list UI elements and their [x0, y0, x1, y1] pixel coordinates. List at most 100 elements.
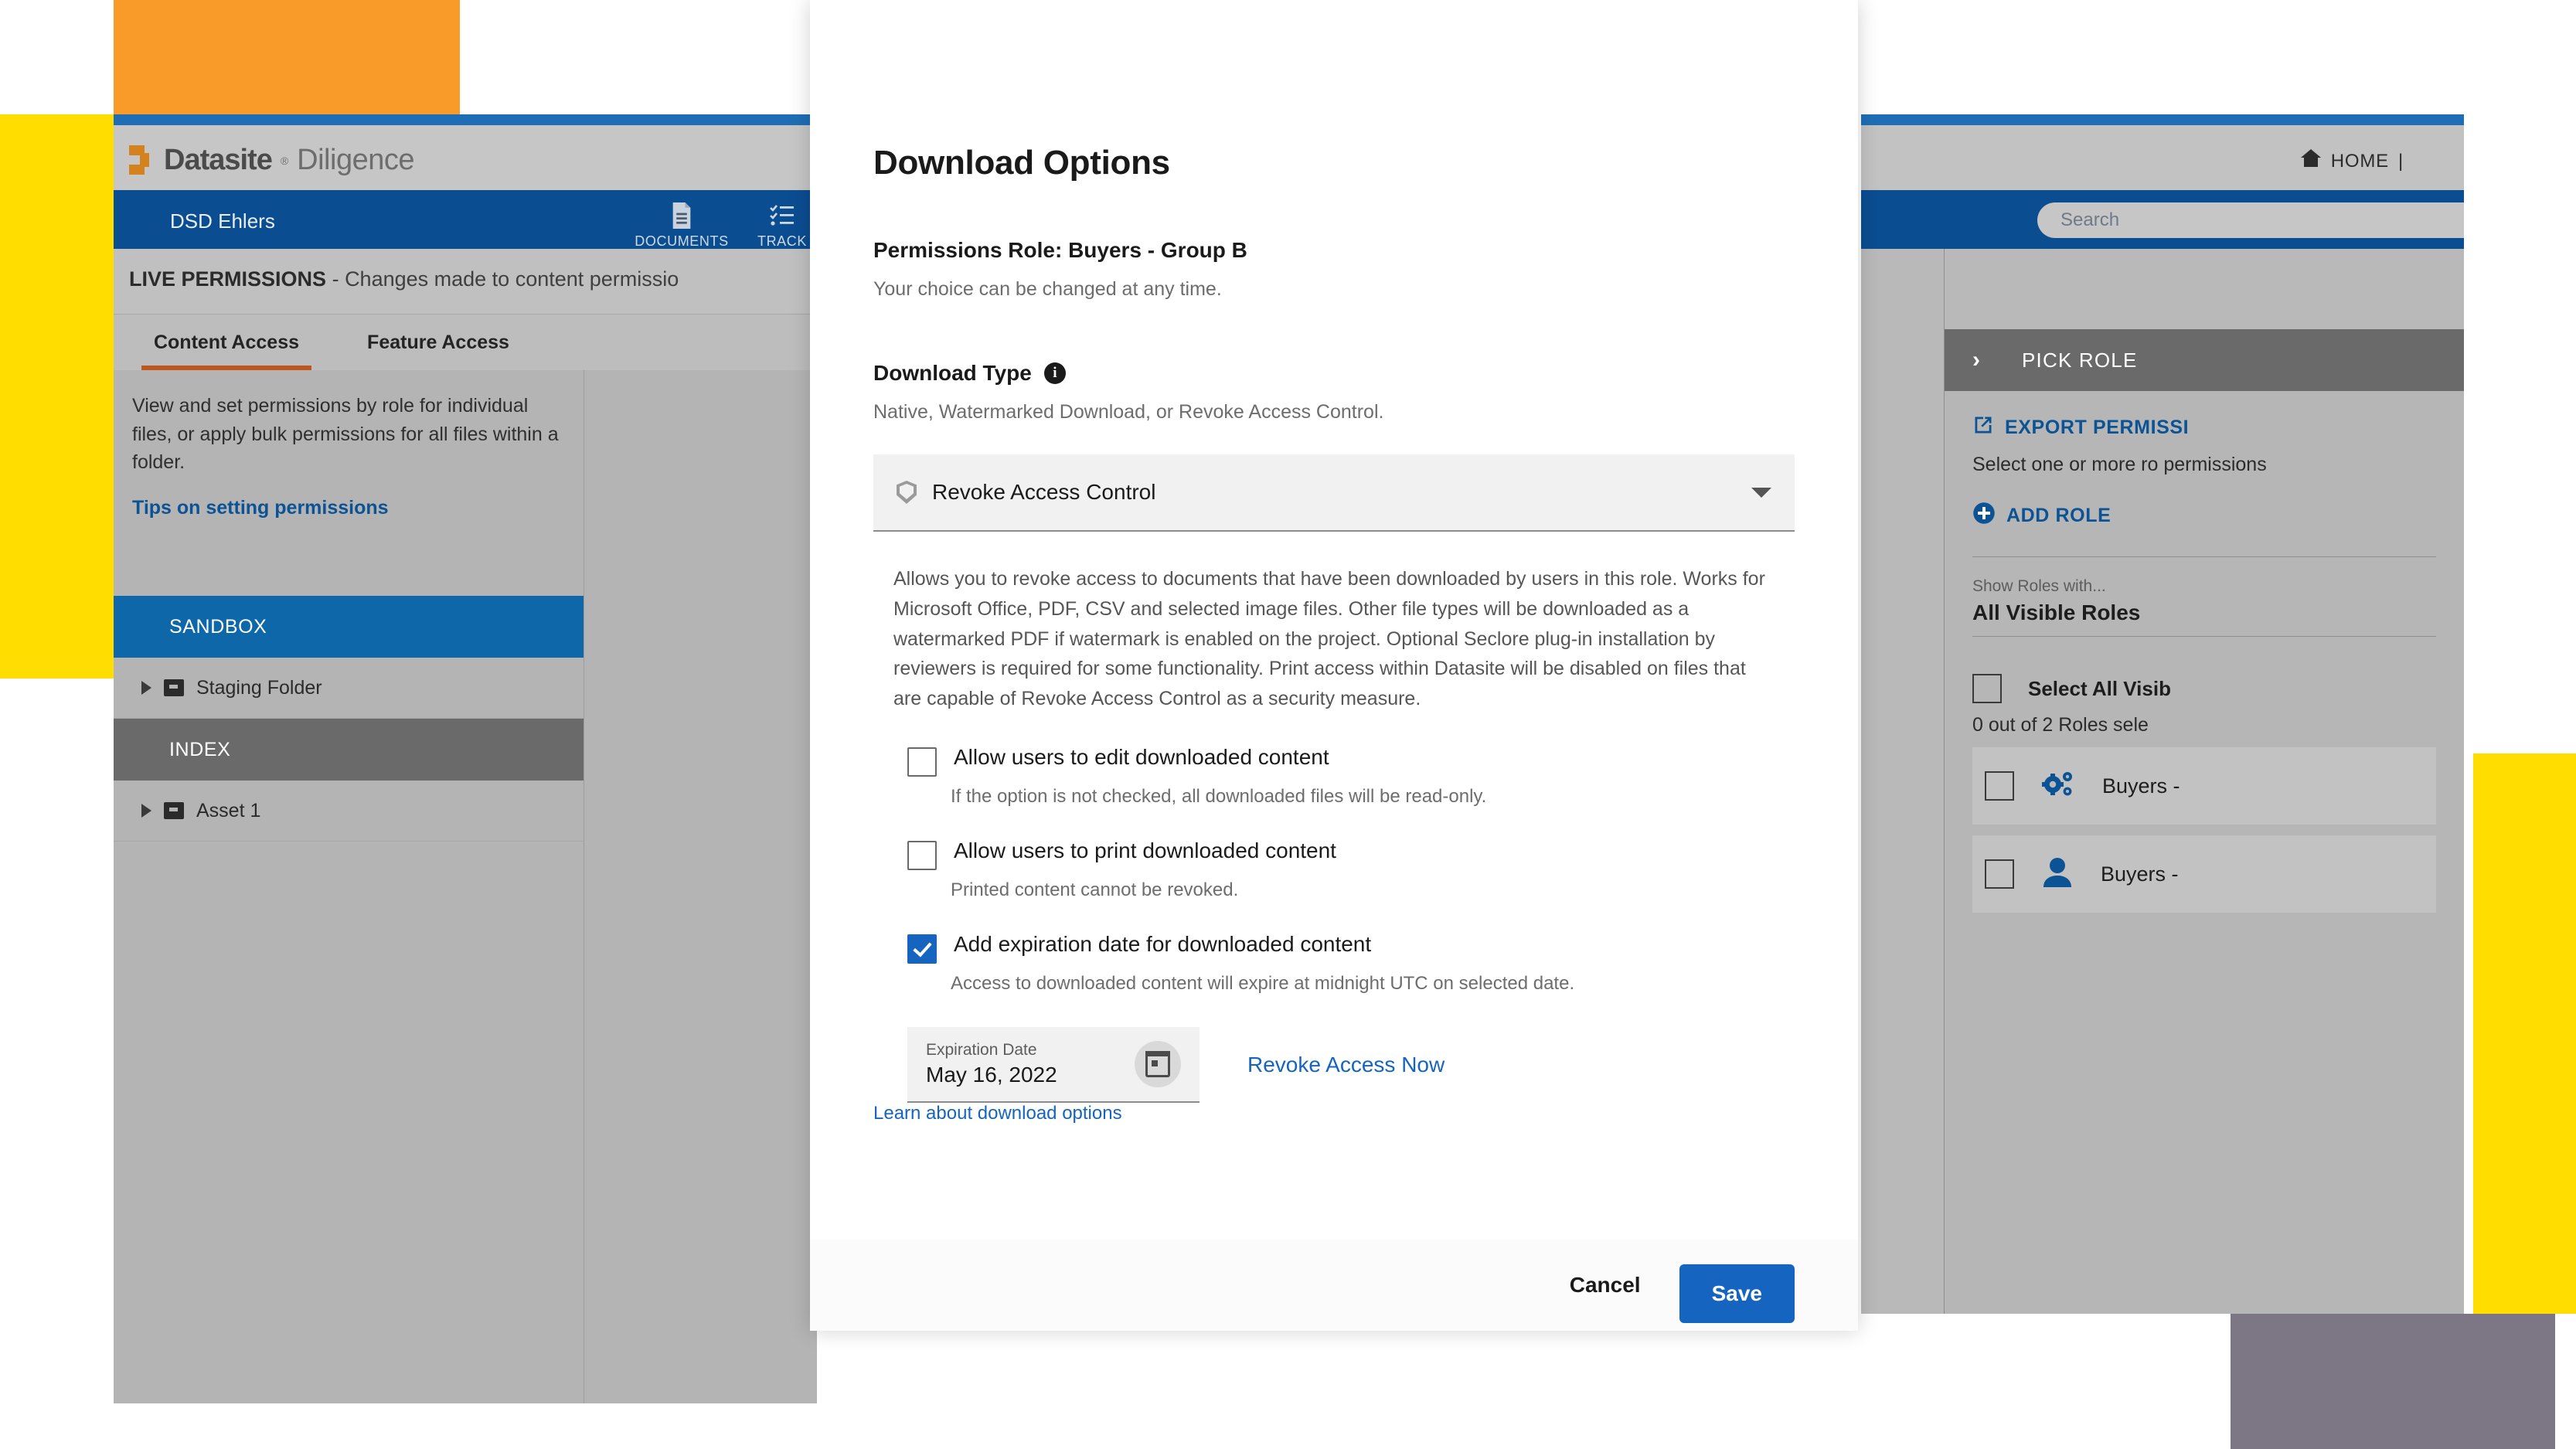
- chevron-down-icon[interactable]: [1751, 487, 1771, 498]
- visible-roles-select[interactable]: All Visible Roles: [1972, 600, 2436, 638]
- role-label: Buyers -: [2102, 774, 2180, 798]
- export-permissions-link[interactable]: EXPORT PERMISSI: [1972, 391, 2436, 441]
- nav-label-documents: DOCUMENTS: [635, 233, 729, 249]
- folder-icon: [164, 802, 184, 819]
- gears-icon: [2040, 768, 2076, 804]
- add-role-link[interactable]: ADD ROLE: [1972, 502, 2436, 530]
- tab-feature-access[interactable]: Feature Access: [353, 315, 523, 370]
- role-list-item[interactable]: Buyers -: [1972, 835, 2436, 913]
- project-nav-bar: DSD Ehlers DOCUMENTS TRACK: [114, 190, 817, 249]
- revoke-access-now-link[interactable]: Revoke Access Now: [1247, 1053, 1445, 1077]
- tree-section-index[interactable]: INDEX: [114, 719, 584, 781]
- select-all-visible-row[interactable]: Select All Visib: [1972, 674, 2436, 704]
- expiration-date-field[interactable]: Expiration Date May 16, 2022: [907, 1026, 1200, 1103]
- home-icon: [2300, 148, 2322, 174]
- left-app-window: Datasite ® Diligence DSD Ehlers DOCUMENTS: [114, 114, 817, 1403]
- checkbox-allow-edit[interactable]: [907, 747, 937, 777]
- option-hint-allow-print: Printed content cannot be revoked.: [951, 879, 1239, 900]
- option-print-downloaded: Allow users to print downloaded content …: [873, 838, 1795, 901]
- pick-role-header[interactable]: › PICK ROLE: [1945, 329, 2464, 391]
- expand-caret-icon[interactable]: [141, 804, 151, 818]
- download-type-selected-value: Revoke Access Control: [932, 480, 1156, 504]
- download-type-label: Download Type: [873, 361, 1032, 385]
- calendar-picker-button[interactable]: [1135, 1040, 1181, 1087]
- checkbox-allow-print[interactable]: [907, 840, 937, 870]
- option-hint-allow-edit: If the option is not checked, all downlo…: [951, 785, 1487, 807]
- document-icon: [624, 201, 740, 230]
- download-options-modal: Download Options Permissions Role: Buyer…: [810, 0, 1858, 1331]
- download-type-description: Allows you to revoke access to documents…: [893, 568, 1765, 709]
- nav-item-documents[interactable]: DOCUMENTS: [624, 201, 740, 250]
- option-hint-add-expiration: Access to downloaded content will expire…: [951, 972, 1575, 994]
- tab-label-feature-access: Feature Access: [367, 331, 509, 353]
- brand-trademark: ®: [280, 154, 289, 167]
- decorative-yellow-block-right: [2473, 753, 2576, 1314]
- right-left-strip: [1861, 249, 1945, 1314]
- roles-selected-count: 0 out of 2 Roles sele: [1972, 714, 2149, 736]
- live-permissions-title: LIVE PERMISSIONS: [129, 267, 327, 291]
- calendar-icon: [1145, 1050, 1170, 1077]
- panel-divider: [1972, 556, 2436, 558]
- live-permissions-dash: -: [326, 267, 345, 291]
- permissions-role-heading: Permissions Role: Buyers - Group B: [873, 238, 1247, 262]
- option-label-allow-edit: Allow users to edit downloaded content: [954, 744, 1329, 769]
- role-label: Buyers -: [2101, 862, 2179, 886]
- tree-section-label-index: INDEX: [169, 738, 231, 760]
- decorative-orange-block: [114, 0, 460, 114]
- top-accent-bar: [114, 114, 817, 125]
- info-icon[interactable]: i: [1043, 362, 1066, 384]
- tree-row-label-asset-1: Asset 1: [196, 799, 261, 821]
- role-checkbox[interactable]: [1985, 771, 2014, 801]
- tree-row-asset-1[interactable]: Asset 1: [114, 781, 584, 842]
- tree-section-sandbox[interactable]: SANDBOX: [114, 596, 584, 658]
- role-list-item[interactable]: Buyers -: [1972, 747, 2436, 825]
- brand-name-reg: Diligence: [297, 144, 414, 176]
- save-button[interactable]: Save: [1679, 1264, 1795, 1323]
- tree-intro-block: View and set permissions by role for ind…: [114, 370, 584, 522]
- role-checkbox[interactable]: [1985, 859, 2014, 889]
- right-body: › PICK ROLE EXPORT PERMISSI Select one o…: [1861, 249, 2464, 1314]
- tips-on-setting-permissions-link[interactable]: Tips on setting permissions: [132, 494, 565, 522]
- select-all-checkbox[interactable]: [1972, 674, 2002, 704]
- permissions-grid-area: [584, 370, 817, 1403]
- home-label: HOME: [2330, 150, 2389, 172]
- home-divider: |: [2397, 150, 2404, 172]
- download-type-subtext: Native, Watermarked Download, or Revoke …: [873, 401, 1384, 423]
- plus-circle-icon: [1972, 502, 1996, 530]
- right-app-window: HOME | Search › PICK ROLE EXPORT PERMISS…: [1861, 114, 2464, 1314]
- live-permissions-banner: LIVE PERMISSIONS - Changes made to conte…: [114, 249, 817, 315]
- decorative-gray-block: [2231, 1314, 2555, 1449]
- option-label-allow-print: Allow users to print downloaded content: [954, 838, 1336, 862]
- folder-icon: [164, 679, 184, 696]
- nav-label-track: TRACK: [757, 233, 807, 249]
- option-edit-downloaded: Allow users to edit downloaded content I…: [873, 745, 1795, 808]
- checklist-icon: [724, 201, 817, 230]
- datasite-logo[interactable]: Datasite ® Diligence: [129, 144, 414, 177]
- export-permissions-label: EXPORT PERMISSI: [2005, 417, 2190, 438]
- datasite-mark-icon: [129, 145, 155, 176]
- expand-caret-icon[interactable]: [141, 681, 151, 695]
- tab-content-access[interactable]: Content Access: [141, 315, 311, 370]
- modal-footer: Cancel Save: [810, 1240, 1858, 1331]
- nav-item-track[interactable]: TRACK: [724, 201, 817, 250]
- permissions-tabs: Content Access Feature Access: [114, 315, 817, 370]
- learn-about-download-options-link[interactable]: Learn about download options: [873, 1103, 1122, 1124]
- shield-icon: [897, 481, 917, 504]
- show-roles-label: Show Roles with...: [1972, 577, 2106, 596]
- project-name[interactable]: DSD Ehlers: [170, 209, 275, 233]
- select-all-label: Select All Visib: [2028, 676, 2171, 700]
- pick-role-title: PICK ROLE: [2022, 348, 2138, 372]
- chevron-right-icon[interactable]: ›: [1972, 347, 1980, 373]
- search-input[interactable]: Search: [2037, 202, 2464, 238]
- search-placeholder: Search: [2060, 209, 2120, 230]
- tree-row-staging-folder[interactable]: Staging Folder: [114, 658, 584, 719]
- home-nav-group[interactable]: HOME |: [2300, 148, 2404, 174]
- download-type-select[interactable]: Revoke Access Control: [873, 454, 1795, 532]
- checkbox-add-expiration[interactable]: [907, 934, 937, 964]
- live-permissions-text: Changes made to content permissio: [345, 267, 679, 291]
- right-top-accent-bar: [1861, 114, 2464, 125]
- cancel-button[interactable]: Cancel: [1570, 1273, 1641, 1298]
- right-header-bar: HOME |: [1861, 125, 2464, 190]
- brand-name-bold: Datasite: [164, 144, 273, 176]
- tree-intro-text: View and set permissions by role for ind…: [132, 395, 559, 473]
